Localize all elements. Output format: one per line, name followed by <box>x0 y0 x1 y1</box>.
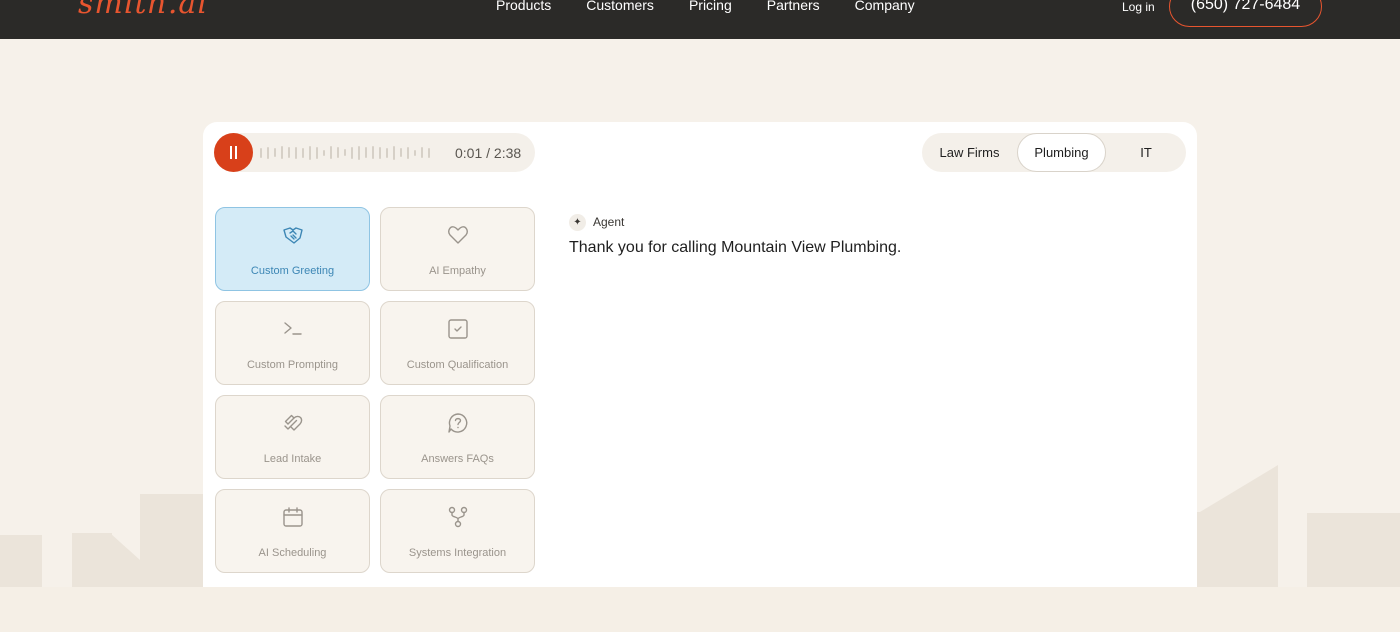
feature-ai-empathy[interactable]: AI Empathy <box>380 207 535 291</box>
feature-label: Answers FAQs <box>421 453 494 465</box>
nav-link-company[interactable]: Company <box>855 0 915 12</box>
nav-link-products[interactable]: Products <box>496 0 551 12</box>
feature-label: Lead Intake <box>263 453 322 465</box>
industry-tabs: Law Firms Plumbing IT <box>922 133 1186 172</box>
waveform-bar <box>386 147 388 158</box>
nav-link-pricing[interactable]: Pricing <box>689 0 732 12</box>
feature-label: Custom Greeting <box>250 265 335 277</box>
nav-links: Products Customers Pricing Partners Comp… <box>496 0 950 12</box>
feature-label: Custom Prompting <box>246 359 339 371</box>
feature-systems-integration[interactable]: Systems Integration <box>380 489 535 573</box>
background-building <box>0 535 42 587</box>
background-building <box>72 533 112 587</box>
waveform-bar <box>281 146 283 159</box>
background-building <box>1307 513 1400 587</box>
nav-link-customers[interactable]: Customers <box>586 0 654 12</box>
waveform-bar <box>393 145 395 160</box>
feature-label: AI Scheduling <box>258 547 327 559</box>
waveform-bar <box>358 145 360 160</box>
waveform-bar <box>274 148 276 157</box>
top-navigation: smith.ai Products Customers Pricing Part… <box>0 0 1400 39</box>
waveform-bar <box>414 149 416 156</box>
terminal-prompt-icon <box>284 322 302 335</box>
page-footer-band <box>0 587 1400 632</box>
feature-custom-qualification[interactable]: Custom Qualification <box>380 301 535 385</box>
branch-icon <box>448 506 468 528</box>
handshake-icon <box>283 227 303 244</box>
waveform-bar <box>323 149 325 156</box>
waveform-bar <box>351 146 353 159</box>
waveform-bar <box>330 146 332 159</box>
waveform-bar <box>400 148 402 157</box>
tab-it[interactable]: IT <box>1106 133 1186 172</box>
feature-label: Custom Qualification <box>406 359 509 371</box>
feature-answers-faqs[interactable]: Answers FAQs <box>380 395 535 479</box>
nav-link-partners[interactable]: Partners <box>767 0 820 12</box>
feature-label: Systems Integration <box>408 547 507 559</box>
waveform-bar <box>421 147 423 158</box>
pause-button[interactable] <box>214 133 253 172</box>
feature-custom-prompting[interactable]: Custom Prompting <box>215 301 370 385</box>
audio-waveform-scrubber[interactable] <box>260 133 440 172</box>
waveform-bar <box>407 146 409 159</box>
heart-icon <box>448 226 468 244</box>
calendar-icon <box>283 507 303 527</box>
tab-law-firms[interactable]: Law Firms <box>922 133 1017 172</box>
feature-label: AI Empathy <box>429 265 486 277</box>
waveform-bar <box>337 147 339 158</box>
sparkle-icon: ✦ <box>569 214 586 231</box>
background-building <box>1197 465 1278 587</box>
waveform-bar <box>295 146 297 159</box>
waveform-bar <box>260 147 262 158</box>
feature-lead-intake[interactable]: Lead Intake <box>215 395 370 479</box>
waveform-bar <box>365 147 367 158</box>
waveform-bar <box>316 146 318 159</box>
waveform-bar <box>288 147 290 158</box>
magnet-icon <box>284 414 303 431</box>
waveform-bar <box>302 147 304 158</box>
feature-ai-scheduling[interactable]: AI Scheduling <box>215 489 370 573</box>
checkbox-icon <box>448 319 468 339</box>
waveform-bar <box>428 147 430 158</box>
waveform-bar <box>344 149 346 156</box>
waveform-bar <box>309 145 311 160</box>
feature-custom-greeting[interactable]: Custom Greeting <box>215 207 370 291</box>
audio-player: 0:01 / 2:38 <box>214 133 535 172</box>
background-building <box>140 494 203 587</box>
demo-card: 0:01 / 2:38 Law Firms Plumbing IT Custom… <box>203 122 1197 587</box>
brand-logo[interactable]: smith.ai <box>78 0 208 21</box>
login-link[interactable]: Log in <box>1122 0 1155 14</box>
waveform-bar <box>372 146 374 159</box>
transcript-text: Thank you for calling Mountain View Plum… <box>569 239 902 256</box>
background-building <box>110 533 140 587</box>
question-bubble-icon <box>448 413 468 433</box>
waveform-bar <box>267 146 269 159</box>
phone-number-button[interactable]: (650) 727-6484 <box>1169 0 1322 27</box>
playback-time: 0:01 / 2:38 <box>455 145 522 161</box>
tab-plumbing[interactable]: Plumbing <box>1017 133 1106 172</box>
waveform-bar <box>379 146 381 159</box>
speaker-label: Agent <box>593 215 625 229</box>
